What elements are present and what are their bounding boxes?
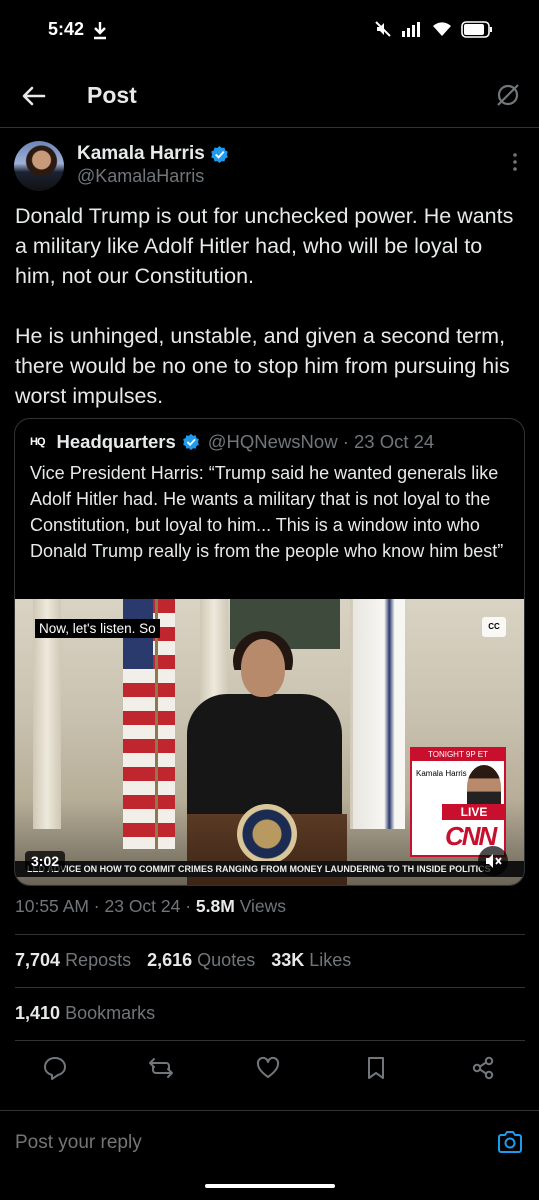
verified-icon xyxy=(211,145,228,163)
quotes-count: 2,616 xyxy=(147,950,193,970)
like-button[interactable] xyxy=(255,1055,281,1081)
home-indicator[interactable] xyxy=(205,1184,335,1188)
reply-button[interactable] xyxy=(42,1055,68,1081)
likes-count: 33K xyxy=(271,950,305,970)
more-vertical-icon xyxy=(513,153,517,171)
signal-icon xyxy=(402,22,420,37)
reply-composer xyxy=(0,1110,539,1176)
author-handle[interactable]: @KamalaHarris xyxy=(77,166,204,187)
quotes-label: Quotes xyxy=(197,950,256,970)
author-name[interactable]: Kamala Harris xyxy=(77,143,229,165)
mute-status-icon xyxy=(375,21,391,37)
video-caption: Now, let's listen. So xyxy=(35,619,160,638)
bookmarks-stat[interactable]: 1,410 Bookmarks xyxy=(15,1003,155,1024)
cnn-banner: TONIGHT 9P ET xyxy=(412,749,504,761)
more-options-button[interactable] xyxy=(511,152,519,172)
reposts-label: Reposts xyxy=(65,950,132,970)
tweet-text: Donald Trump is out for unchecked power.… xyxy=(15,204,514,408)
views-label[interactable]: Views xyxy=(235,896,286,916)
news-ticker: LED ADVICE ON HOW TO COMMIT CRIMES RANGI… xyxy=(15,861,524,877)
reply-input[interactable] xyxy=(15,1132,260,1154)
quoted-post[interactable]: HQ Headquarters @HQNewsNow · 23 Oct 24 V… xyxy=(14,418,525,886)
camera-button[interactable] xyxy=(497,1130,523,1154)
back-button[interactable] xyxy=(18,80,50,112)
page-title: Post xyxy=(87,82,137,108)
captions-button[interactable]: CC xyxy=(482,617,506,637)
bookmark-button[interactable] xyxy=(363,1055,389,1081)
post-timestamp: 10:55 AM · 23 Oct 24 · xyxy=(15,896,196,916)
action-bar xyxy=(0,1055,539,1085)
vp-seal xyxy=(237,804,297,864)
video-duration: 3:02 xyxy=(25,851,66,871)
quoted-avatar: HQ xyxy=(30,436,45,448)
battery-icon xyxy=(461,20,492,38)
likes-label: Likes xyxy=(309,950,352,970)
avatar[interactable] xyxy=(14,141,64,191)
status-bar: 5:42 xyxy=(0,0,539,62)
divider xyxy=(15,987,525,988)
arrow-left-icon xyxy=(22,86,46,106)
divider xyxy=(15,934,525,935)
download-icon xyxy=(93,20,107,45)
reposts-count: 7,704 xyxy=(15,950,61,970)
heart-icon xyxy=(256,1056,280,1078)
speaker xyxy=(187,694,342,814)
reposts-stat[interactable]: 7,704 Reposts xyxy=(15,950,131,971)
quoted-text: Vice President Harris: “Trump said he wa… xyxy=(30,463,504,561)
share-icon xyxy=(472,1056,494,1080)
camera-icon xyxy=(498,1131,522,1153)
vp-flag xyxy=(353,599,405,829)
post-meta: 10:55 AM · 23 Oct 24 · 5.8M Views xyxy=(15,896,286,917)
cnn-promo-photo xyxy=(467,765,501,809)
likes-stat[interactable]: 33K Likes xyxy=(271,950,351,971)
status-icons xyxy=(374,20,493,38)
cnn-event: Kamala Harris xyxy=(416,769,467,778)
quoted-author-name: Headquarters xyxy=(56,431,176,452)
quoted-post-header: HQ Headquarters @HQNewsNow · 23 Oct 24 xyxy=(30,431,434,453)
share-button[interactable] xyxy=(470,1055,496,1081)
bookmarks-label: Bookmarks xyxy=(65,1003,156,1023)
grok-button[interactable] xyxy=(495,82,521,108)
status-time: 5:42 xyxy=(48,19,85,39)
repost-button[interactable] xyxy=(148,1055,174,1081)
cnn-live-badge: LIVE xyxy=(442,804,506,820)
author-name-label: Kamala Harris xyxy=(77,143,205,164)
mute-button[interactable] xyxy=(478,846,508,876)
verified-icon xyxy=(182,433,199,451)
speaker xyxy=(241,639,285,697)
reply-icon xyxy=(44,1057,66,1080)
view-count: 5.8M xyxy=(195,896,235,916)
quotes-stat[interactable]: 2,616 Quotes xyxy=(147,950,255,971)
divider xyxy=(15,1040,525,1041)
engagement-stats: 7,704 Reposts 2,616 Quotes 33K Likes xyxy=(15,950,351,971)
repost-icon xyxy=(149,1058,173,1078)
grok-icon xyxy=(497,84,519,106)
quoted-handle-date: @HQNewsNow · 23 Oct 24 xyxy=(207,431,435,452)
video-player[interactable]: TONIGHT 9P ET Kamala Harris LIVE CNN 9:5… xyxy=(15,599,524,885)
bookmarks-count: 1,410 xyxy=(15,1003,61,1023)
post-header: Post xyxy=(0,62,539,128)
bookmark-icon xyxy=(368,1057,384,1079)
speaker-muted-icon xyxy=(486,854,502,868)
wifi-icon xyxy=(433,22,451,36)
